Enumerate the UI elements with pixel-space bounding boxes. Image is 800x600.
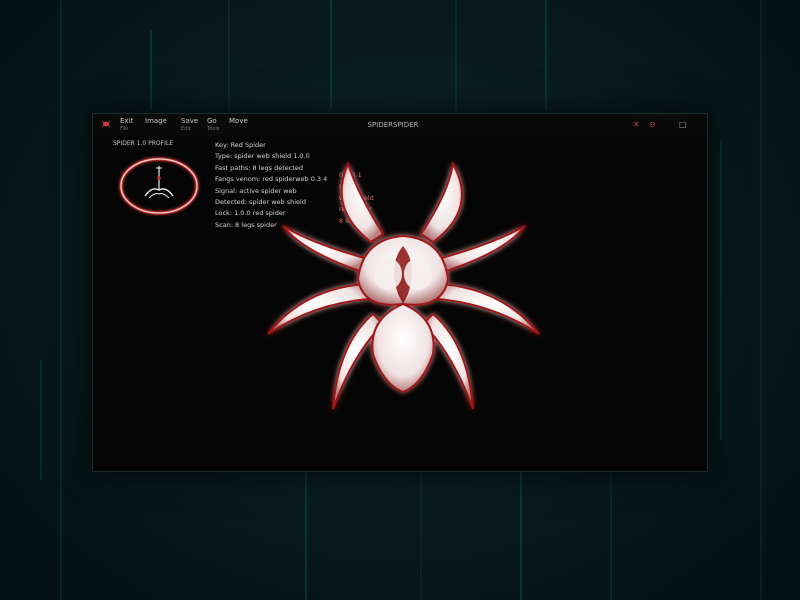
window-title: SPIDERSPIDER (367, 121, 419, 129)
app-window: Exit File Image Save Edit Go Tools Move … (92, 113, 708, 472)
menu-item-save[interactable]: Save Edit (181, 117, 207, 133)
spider-icon[interactable] (101, 120, 111, 128)
menu-item-exit[interactable]: Exit File (120, 117, 146, 133)
maximize-button[interactable]: □ (679, 120, 687, 129)
menu-item-move[interactable]: Move (229, 118, 255, 126)
menu-item-label: Exit (120, 117, 134, 125)
menu-item-label: Move (229, 117, 248, 125)
menu-item-sub-label: File (120, 126, 129, 132)
spider-emblem-icon (119, 157, 199, 215)
desktop: Exit File Image Save Edit Go Tools Move … (0, 0, 800, 600)
logo-caption: SPIDER 1.0 PROFILE (113, 140, 173, 147)
spider-graphic-icon (267, 161, 540, 410)
menu-item-label: Save (181, 117, 199, 125)
title-bar: Exit File Image Save Edit Go Tools Move … (93, 114, 707, 136)
menu-item-label: Go (207, 117, 217, 125)
info-line: Key: Red Spider (215, 141, 266, 149)
menu-item-sub-label: Edit (181, 126, 191, 132)
menu-item-sub-label: Tools (207, 126, 220, 132)
menu-item-label: Image (145, 117, 167, 125)
close-button[interactable]: ✕ (633, 120, 640, 129)
menu-item-image[interactable]: Image (145, 118, 171, 126)
minimize-button[interactable]: ⊝ (649, 120, 656, 129)
